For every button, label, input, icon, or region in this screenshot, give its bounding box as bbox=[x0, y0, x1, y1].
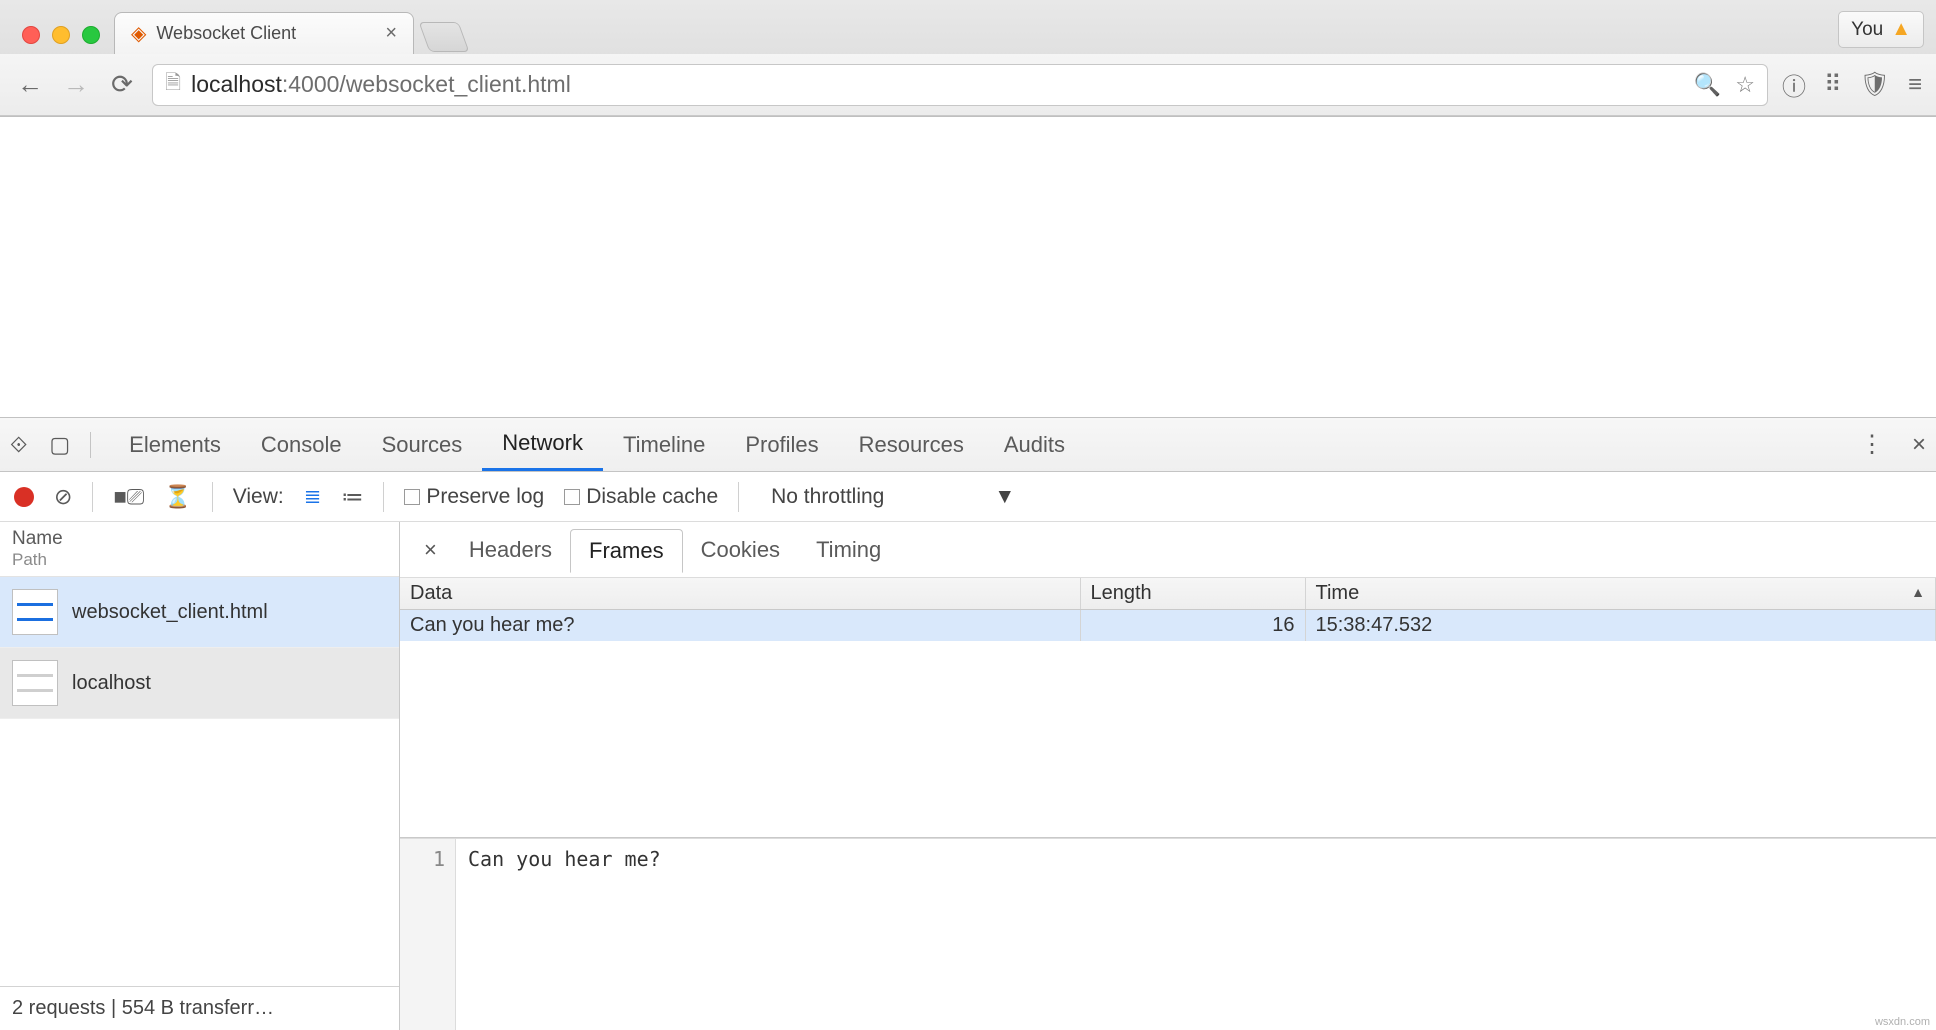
device-icon[interactable]: ▢ bbox=[49, 432, 70, 458]
minimize-window-icon[interactable] bbox=[52, 26, 70, 44]
panel-console[interactable]: Console bbox=[241, 418, 362, 471]
header-path: Path bbox=[12, 550, 387, 570]
header-name: Name bbox=[12, 528, 387, 550]
zoom-icon[interactable]: 🔍 bbox=[1694, 72, 1721, 98]
throttling-select[interactable]: No throttling ▼ bbox=[759, 485, 1015, 509]
clear-icon[interactable]: ⊘ bbox=[54, 484, 72, 510]
frame-data: Can you hear me? bbox=[400, 610, 1080, 642]
tab-timing[interactable]: Timing bbox=[798, 529, 899, 571]
back-button[interactable]: ← bbox=[14, 69, 46, 100]
menu-icon[interactable]: ≡ bbox=[1908, 71, 1922, 99]
close-tab-icon[interactable]: × bbox=[385, 22, 397, 45]
devtools: ⟐ ▢ Elements Console Sources Network Tim… bbox=[0, 417, 1936, 1030]
file-icon bbox=[12, 589, 58, 635]
frame-row[interactable]: Can you hear me? 16 15:38:47.532 bbox=[400, 610, 1936, 642]
tab-headers[interactable]: Headers bbox=[451, 529, 570, 571]
reload-button[interactable]: ⟳ bbox=[106, 69, 138, 100]
capture-icon[interactable]: ■⎚ bbox=[113, 484, 144, 510]
bookmark-icon[interactable]: ☆ bbox=[1735, 72, 1755, 98]
request-name: websocket_client.html bbox=[72, 601, 268, 624]
request-detail: × Headers Frames Cookies Timing Data Len… bbox=[400, 522, 1936, 1030]
profile-label: You bbox=[1851, 19, 1883, 41]
tab-favicon: ◈ bbox=[131, 21, 146, 46]
info-icon[interactable]: ⓘ bbox=[1782, 67, 1806, 102]
panel-profiles[interactable]: Profiles bbox=[725, 418, 838, 471]
panel-elements[interactable]: Elements bbox=[109, 418, 241, 471]
browser-tab[interactable]: ◈ Websocket Client × bbox=[114, 12, 414, 54]
view-small-icon[interactable]: ≔ bbox=[341, 484, 363, 510]
profile-badge[interactable]: You ▲ bbox=[1838, 11, 1924, 48]
frames-table: Data Length Time▲ Can you hear me? 16 15… bbox=[400, 578, 1936, 641]
tab-strip: ◈ Websocket Client × You ▲ bbox=[0, 0, 1936, 54]
browser-toolbar: ← → ⟳ 🗎 localhost:4000/websocket_client.… bbox=[0, 54, 1936, 116]
warning-icon: ▲ bbox=[1891, 18, 1911, 41]
view-label: View: bbox=[233, 485, 284, 509]
panel-network[interactable]: Network bbox=[482, 418, 603, 471]
watermark: wsxdn.com bbox=[1875, 1016, 1930, 1028]
view-large-icon[interactable]: ≣ bbox=[304, 484, 322, 509]
tab-title: Websocket Client bbox=[156, 23, 296, 44]
frame-preview-text: Can you hear me? bbox=[456, 839, 673, 1030]
zoom-window-icon[interactable] bbox=[82, 26, 100, 44]
window-controls bbox=[12, 26, 114, 54]
panel-timeline[interactable]: Timeline bbox=[603, 418, 725, 471]
network-toolbar: ⊘ ■⎚ ⏳ View: ≣ ≔ Preserve log Disable ca… bbox=[0, 472, 1936, 522]
request-list: Name Path websocket_client.html localhos… bbox=[0, 522, 400, 1030]
panel-resources[interactable]: Resources bbox=[839, 418, 984, 471]
line-number: 1 bbox=[400, 839, 456, 1030]
request-list-status: 2 requests | 554 B transferr… bbox=[0, 986, 399, 1030]
devtools-panel-tabs: ⟐ ▢ Elements Console Sources Network Tim… bbox=[0, 418, 1936, 472]
panel-audits[interactable]: Audits bbox=[984, 418, 1085, 471]
frame-time: 15:38:47.532 bbox=[1305, 610, 1936, 642]
disable-cache-checkbox[interactable]: Disable cache bbox=[564, 485, 718, 509]
panel-sources[interactable]: Sources bbox=[362, 418, 483, 471]
frame-preview: 1 Can you hear me? bbox=[400, 838, 1936, 1030]
sort-asc-icon: ▲ bbox=[1911, 584, 1925, 600]
page-icon: 🗎 bbox=[165, 68, 181, 102]
page-viewport bbox=[0, 117, 1936, 417]
filter-icon[interactable]: ⏳ bbox=[164, 484, 191, 510]
request-item[interactable]: websocket_client.html bbox=[0, 577, 399, 648]
col-length[interactable]: Length bbox=[1080, 578, 1305, 610]
preserve-log-checkbox[interactable]: Preserve log bbox=[404, 485, 544, 509]
chevron-down-icon: ▼ bbox=[994, 485, 1015, 509]
inspect-icon[interactable]: ⟐ bbox=[10, 432, 27, 458]
ublock-icon[interactable]: 🛡 bbox=[1860, 70, 1890, 99]
tab-cookies[interactable]: Cookies bbox=[683, 529, 798, 571]
url-domain: localhost bbox=[191, 71, 282, 97]
network-body: Name Path websocket_client.html localhos… bbox=[0, 522, 1936, 1030]
forward-button[interactable]: → bbox=[60, 69, 92, 100]
file-icon bbox=[12, 660, 58, 706]
omnibox-actions: 🔍 ☆ bbox=[1694, 72, 1755, 98]
col-time[interactable]: Time▲ bbox=[1305, 578, 1936, 610]
tab-frames[interactable]: Frames bbox=[570, 529, 683, 573]
extension-icons: ⓘ ⠿ 🛡 ≡ bbox=[1782, 67, 1922, 102]
close-window-icon[interactable] bbox=[22, 26, 40, 44]
more-icon[interactable]: ⋮ bbox=[1860, 430, 1884, 459]
extension-icon[interactable]: ⠿ bbox=[1824, 70, 1842, 99]
record-button[interactable] bbox=[14, 487, 34, 507]
request-item[interactable]: localhost bbox=[0, 648, 399, 719]
close-devtools-icon[interactable]: × bbox=[1912, 431, 1926, 459]
frame-length: 16 bbox=[1080, 610, 1305, 642]
url-path: :4000/websocket_client.html bbox=[282, 71, 571, 97]
browser-chrome: ◈ Websocket Client × You ▲ ← → ⟳ 🗎 local… bbox=[0, 0, 1936, 117]
detail-tabs: × Headers Frames Cookies Timing bbox=[400, 522, 1936, 578]
request-list-header[interactable]: Name Path bbox=[0, 522, 399, 577]
frames-table-wrap[interactable]: Data Length Time▲ Can you hear me? 16 15… bbox=[400, 578, 1936, 838]
request-name: localhost bbox=[72, 672, 151, 695]
new-tab-button[interactable] bbox=[419, 22, 470, 52]
col-data[interactable]: Data bbox=[400, 578, 1080, 610]
address-bar[interactable]: 🗎 localhost:4000/websocket_client.html 🔍… bbox=[152, 64, 1768, 106]
close-detail-icon[interactable]: × bbox=[410, 537, 451, 563]
